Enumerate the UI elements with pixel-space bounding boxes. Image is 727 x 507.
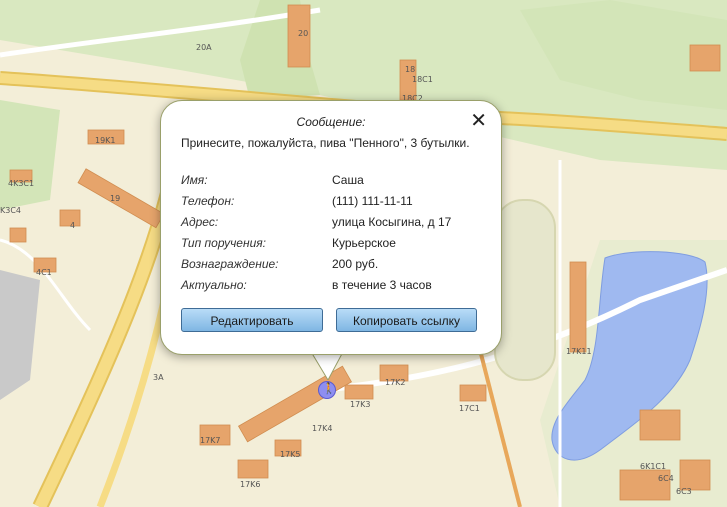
map-label: 17K2 [385,378,406,387]
address-label: Адрес: [181,215,219,229]
walking-person-icon[interactable]: 🚶 [318,381,336,399]
map-label: 4C1 [36,268,52,277]
map-label: 18C1 [412,75,433,84]
map-label: 17K7 [200,436,221,445]
map-label: K3C4 [0,206,21,215]
task-type-label: Тип поручения: [181,236,267,250]
relevance-label: Актуально: [181,278,247,292]
map-label: 18 [405,65,415,74]
map-label: 6C4 [658,474,674,483]
map-label: 20 [298,29,308,38]
reward-label: Вознаграждение: [181,257,279,271]
map-label: 17K5 [280,450,301,459]
relevance-value: в течение 3 часов [332,278,432,292]
map-label: 4K3C1 [8,179,34,188]
map-label: 19 [110,194,120,203]
info-popup: ✕ Сообщение: Принесите, пожалуйста, пива… [160,100,502,355]
map-label: 4 [70,221,75,230]
map-label: 17C1 [459,404,480,413]
phone-label: Телефон: [181,194,235,208]
map-label: 6K1C1 [640,462,666,471]
name-label: Имя: [181,173,208,187]
message-title: Сообщение: [296,115,366,129]
map-label: 6C3 [676,487,692,496]
task-type-value: Курьерское [332,236,396,250]
phone-value: (111) 111-11-11 [332,194,413,208]
map-label: 20A [196,43,212,52]
map-label: 17K11 [566,347,592,356]
copy-link-button[interactable]: Копировать ссылку [336,308,477,332]
reward-value: 200 руб. [332,257,379,271]
name-value: Саша [332,173,364,187]
map-label: 17K6 [240,480,261,489]
address-value: улица Косыгина, д 17 [332,215,452,229]
message-text: Принесите, пожалуйста, пива "Пенного", 3… [181,136,470,150]
map-label: 17K3 [350,400,371,409]
map-label: 19K1 [95,136,116,145]
map-label: 3A [153,373,164,382]
stadium [494,199,556,381]
map-label: 17K4 [312,424,333,433]
edit-button[interactable]: Редактировать [181,308,323,332]
